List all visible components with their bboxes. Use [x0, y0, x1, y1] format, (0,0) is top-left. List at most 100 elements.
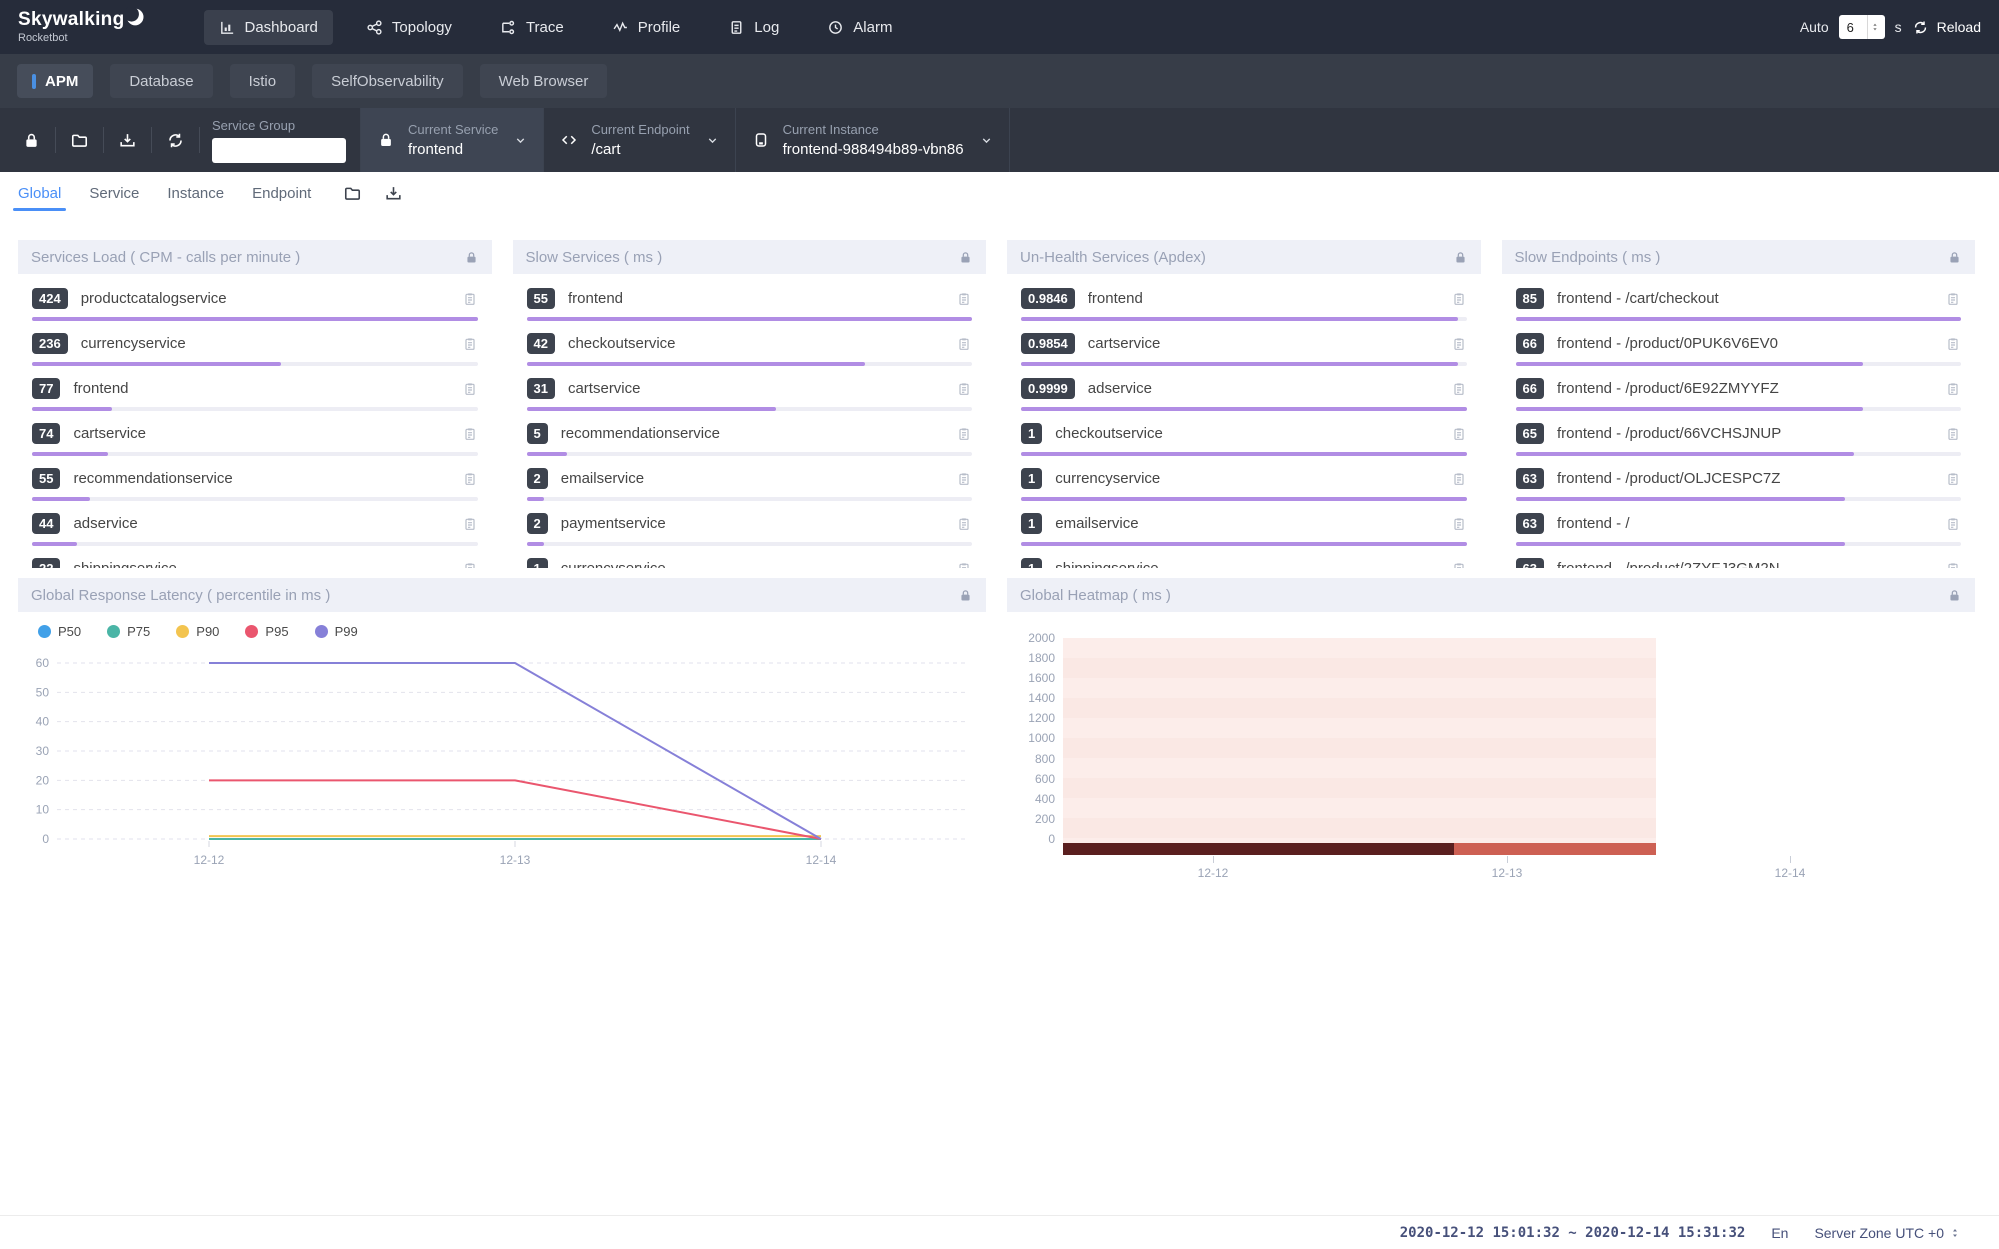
clipboard-icon[interactable] [1945, 471, 1961, 487]
footer-bar: 2020-12-12 15:01:32 ~ 2020-12-14 15:31:3… [0, 1215, 1999, 1249]
list-item: 2 emailservice [527, 456, 973, 501]
lock-icon[interactable] [464, 250, 479, 265]
lock-icon[interactable] [1947, 588, 1962, 603]
layer-tab-web-browser[interactable]: Web Browser [480, 64, 608, 98]
clipboard-icon[interactable] [956, 516, 972, 532]
clipboard-icon[interactable] [462, 426, 478, 442]
clipboard-icon[interactable] [462, 291, 478, 307]
item-name: shippingservice [73, 560, 176, 568]
heatmap-plot-area [1063, 638, 1656, 855]
legend-dot [107, 625, 120, 638]
clipboard-icon[interactable] [956, 561, 972, 569]
item-name: shippingservice [1055, 560, 1158, 568]
nav-item-log[interactable]: Log [713, 10, 794, 45]
divider [199, 127, 200, 153]
clipboard-icon[interactable] [1945, 561, 1961, 569]
legend-item-p90[interactable]: P90 [176, 624, 219, 639]
tab-instance[interactable]: Instance [167, 172, 224, 214]
svg-text:12-13: 12-13 [500, 853, 531, 867]
auto-interval-input[interactable] [1839, 15, 1885, 39]
clipboard-icon[interactable] [1945, 291, 1961, 307]
item-name: recommendationservice [73, 470, 232, 487]
legend-item-p75[interactable]: P75 [107, 624, 150, 639]
nav-item-dashboard[interactable]: Dashboard [204, 10, 333, 45]
value-badge: 424 [32, 288, 68, 309]
clipboard-icon[interactable] [462, 516, 478, 532]
lock-icon[interactable] [1453, 250, 1468, 265]
nav-item-topology[interactable]: Topology [351, 10, 467, 45]
lock-icon[interactable] [958, 588, 973, 603]
item-name: cartservice [1088, 335, 1161, 352]
layer-tab-database[interactable]: Database [110, 64, 212, 98]
clipboard-icon[interactable] [956, 336, 972, 352]
clipboard-icon[interactable] [462, 336, 478, 352]
current-service-value: frontend [408, 141, 498, 158]
folder-icon[interactable] [343, 184, 362, 203]
current-endpoint-selector[interactable]: Current Endpoint /cart [543, 108, 734, 172]
stepper-arrows-icon[interactable] [1867, 15, 1882, 39]
clipboard-icon[interactable] [956, 471, 972, 487]
reload-button[interactable]: Reload [1912, 19, 1981, 36]
svg-text:12-12: 12-12 [194, 853, 225, 867]
panel-slow-endpoints: Slow Endpoints ( ms ) 85 frontend - /car… [1502, 240, 1976, 568]
clipboard-icon[interactable] [1945, 426, 1961, 442]
clipboard-icon[interactable] [462, 471, 478, 487]
current-service-selector[interactable]: Current Service frontend [360, 108, 543, 172]
item-name: frontend - /cart/checkout [1557, 290, 1719, 307]
clipboard-icon[interactable] [462, 561, 478, 569]
lock-template-button[interactable] [22, 131, 41, 150]
nav-item-profile[interactable]: Profile [597, 10, 696, 45]
layer-tab-istio[interactable]: Istio [230, 64, 296, 98]
log-icon [728, 19, 745, 36]
panel-un-health-services: Un-Health Services (Apdex) 0.9846 fronte… [1007, 240, 1481, 568]
clipboard-icon[interactable] [1945, 516, 1961, 532]
clipboard-icon[interactable] [462, 381, 478, 397]
clipboard-icon[interactable] [956, 291, 972, 307]
export-template-button[interactable] [118, 131, 137, 150]
clipboard-icon[interactable] [1451, 471, 1467, 487]
language-switcher[interactable]: En [1771, 1225, 1788, 1241]
tab-service[interactable]: Service [89, 172, 139, 214]
layer-tab-selfobservability[interactable]: SelfObservability [312, 64, 463, 98]
svg-text:12-14: 12-14 [806, 853, 837, 867]
nav-item-trace[interactable]: Trace [485, 10, 579, 45]
clipboard-icon[interactable] [1451, 516, 1467, 532]
nav-item-label: Log [754, 19, 779, 36]
download-icon[interactable] [384, 184, 403, 203]
item-name: emailservice [561, 470, 644, 487]
stepper-arrows-icon[interactable] [1949, 1225, 1961, 1241]
lock-icon[interactable] [958, 250, 973, 265]
layer-tab-apm[interactable]: APM [17, 64, 93, 98]
list-item: 1 shippingservice [1021, 546, 1467, 568]
clipboard-icon[interactable] [1945, 336, 1961, 352]
refresh-template-button[interactable] [166, 131, 185, 150]
nav-item-label: Dashboard [245, 19, 318, 36]
clipboard-icon[interactable] [1451, 561, 1467, 569]
item-name: frontend [568, 290, 623, 307]
clipboard-icon[interactable] [1451, 336, 1467, 352]
main-content: Services Load ( CPM - calls per minute )… [0, 214, 1999, 890]
clipboard-icon[interactable] [1451, 426, 1467, 442]
svg-text:30: 30 [36, 744, 50, 758]
import-template-button[interactable] [70, 131, 89, 150]
legend-item-p50[interactable]: P50 [38, 624, 81, 639]
time-range-picker[interactable]: 2020-12-12 15:01:32 ~ 2020-12-14 15:31:3… [1400, 1225, 1746, 1241]
lock-icon[interactable] [1947, 250, 1962, 265]
toolbar: Service Group Current Service frontend C… [0, 108, 1999, 172]
clipboard-icon[interactable] [1451, 381, 1467, 397]
legend-item-p99[interactable]: P99 [315, 624, 358, 639]
current-service-label: Current Service [408, 122, 498, 137]
legend-dot [315, 625, 328, 638]
clipboard-icon[interactable] [956, 426, 972, 442]
clipboard-icon[interactable] [1945, 381, 1961, 397]
legend-item-p95[interactable]: P95 [245, 624, 288, 639]
tab-global[interactable]: Global [18, 172, 61, 214]
current-instance-selector[interactable]: Current Instance frontend-988494b89-vbn8… [735, 108, 1009, 172]
clipboard-icon[interactable] [956, 381, 972, 397]
auto-interval-value[interactable] [1839, 20, 1867, 35]
list-item: 424 productcatalogservice [32, 276, 478, 321]
tab-endpoint[interactable]: Endpoint [252, 172, 311, 214]
service-group-input[interactable] [212, 138, 346, 163]
clipboard-icon[interactable] [1451, 291, 1467, 307]
nav-item-alarm[interactable]: Alarm [812, 10, 907, 45]
